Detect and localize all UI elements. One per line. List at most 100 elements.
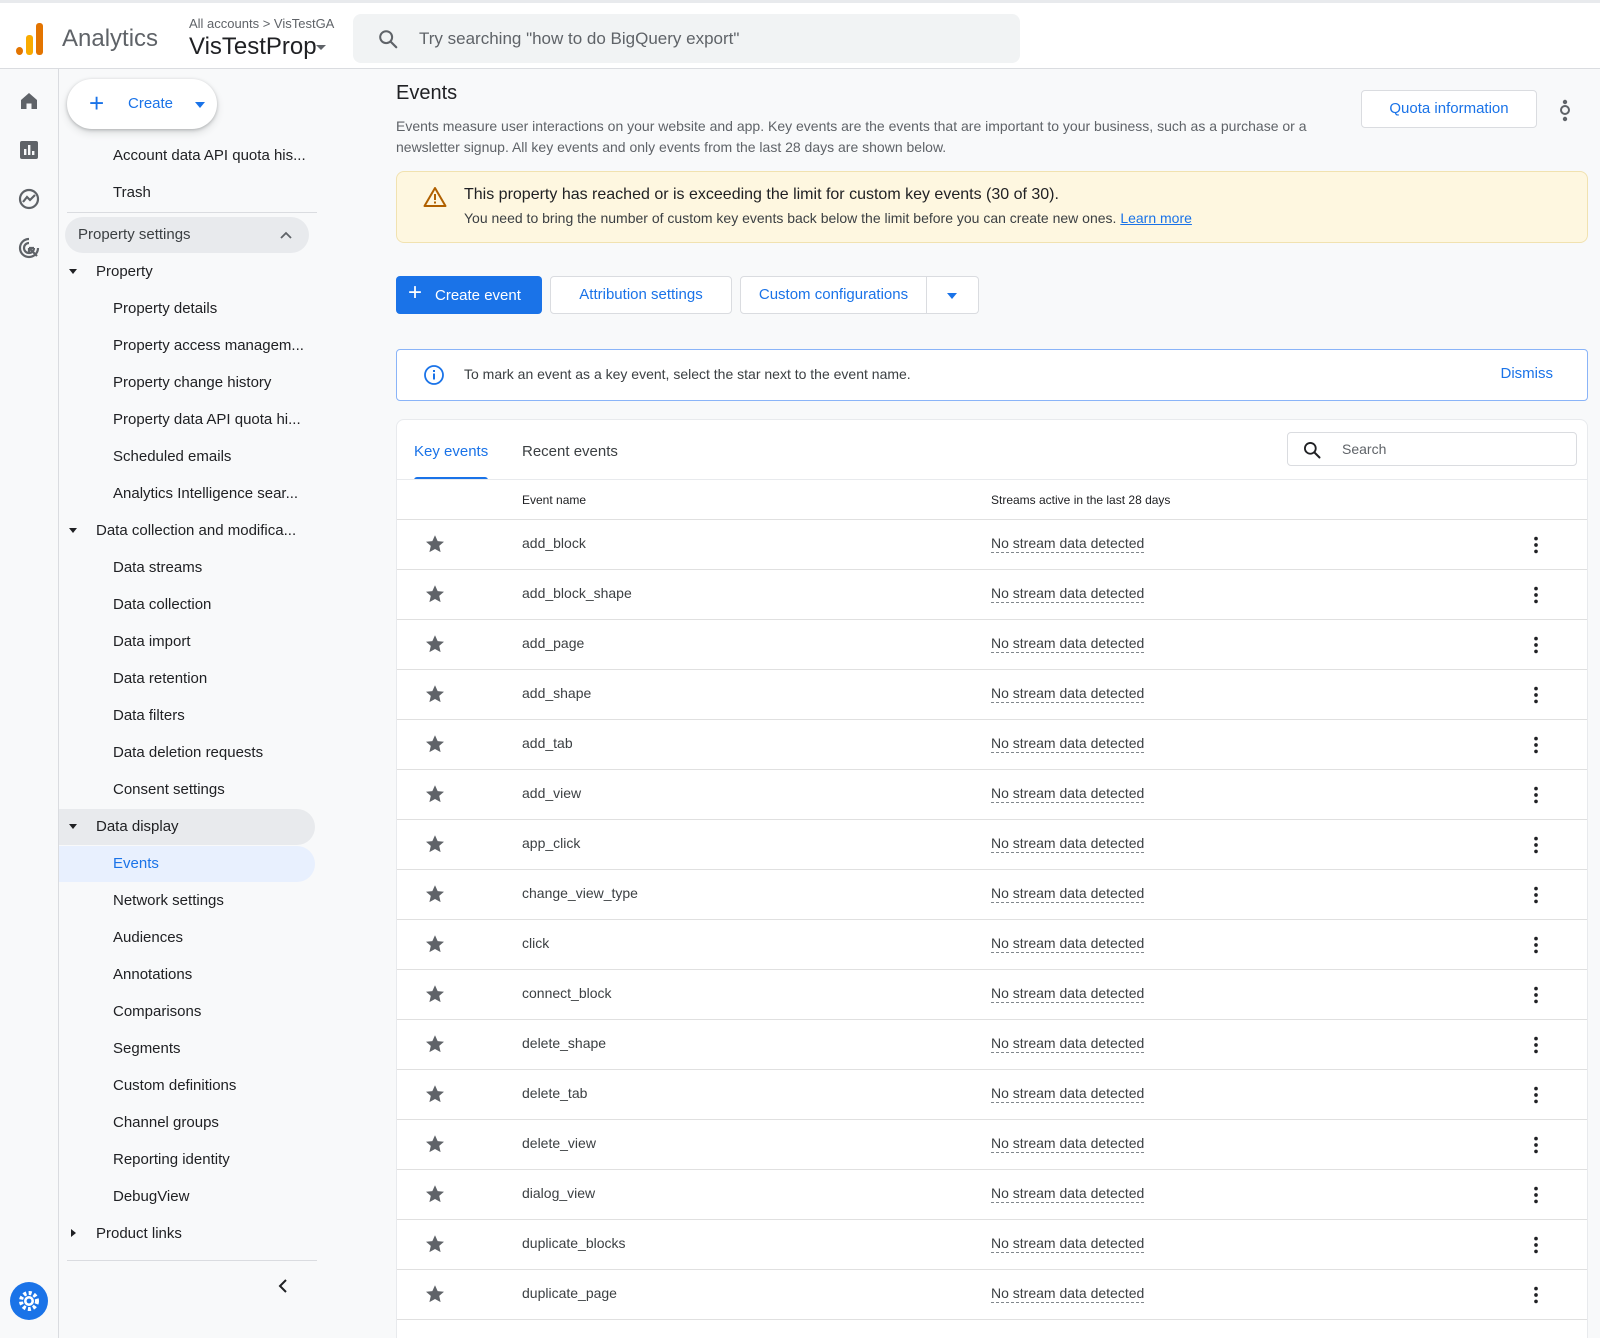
star-icon[interactable] [424,1233,446,1255]
nav-group-data-collection[interactable]: Data collection and modifica... [59,513,315,549]
table-row[interactable]: app_click No stream data detected [397,820,1587,870]
event-name[interactable]: duplicate_blocks [522,1235,626,1251]
column-header-event-name[interactable]: Event name [522,493,586,507]
column-header-streams[interactable]: Streams active in the last 28 days [991,493,1170,507]
stream-status[interactable]: No stream data detected [991,685,1145,703]
nav-group-product-links[interactable]: Product links [59,1216,315,1252]
nav-item-channel-groups[interactable]: Channel groups [59,1105,315,1141]
tab-recent-events[interactable]: Recent events [522,440,618,480]
star-icon[interactable] [424,1183,446,1205]
stream-status[interactable]: No stream data detected [991,1085,1145,1103]
more-vert-icon[interactable] [1525,734,1547,756]
learn-more-link[interactable]: Learn more [1120,210,1192,226]
nav-item-data-filters[interactable]: Data filters [59,698,315,734]
table-row[interactable]: delete_view No stream data detected [397,1120,1587,1170]
nav-item-data-deletion-requests[interactable]: Data deletion requests [59,735,315,771]
more-vert-icon[interactable] [1525,984,1547,1006]
table-search-input[interactable]: Search [1287,432,1577,466]
event-name[interactable]: duplicate_page [522,1285,617,1301]
more-vert-icon[interactable] [1525,1284,1547,1306]
stream-status[interactable]: No stream data detected [991,1235,1145,1253]
nav-item-account-quota-history[interactable]: Account data API quota his... [59,138,315,174]
star-icon[interactable] [424,983,446,1005]
event-name[interactable]: delete_view [522,1135,596,1151]
create-button[interactable]: + Create [67,79,217,129]
more-vert-icon[interactable] [1525,584,1547,606]
star-icon[interactable] [424,533,446,555]
nav-item-consent-settings[interactable]: Consent settings [59,772,315,808]
more-vert-icon[interactable] [1525,534,1547,556]
nav-item-events[interactable]: Events [59,846,315,882]
custom-configurations-dropdown[interactable] [927,276,979,314]
explore-icon[interactable] [17,187,41,211]
table-row[interactable]: delete_shape No stream data detected [397,1020,1587,1070]
stream-status[interactable]: No stream data detected [991,1285,1145,1303]
stream-status[interactable]: No stream data detected [991,585,1145,603]
star-icon[interactable] [424,833,446,855]
star-icon[interactable] [424,883,446,905]
table-row[interactable]: click No stream data detected [397,920,1587,970]
table-row[interactable]: add_shape No stream data detected [397,670,1587,720]
property-settings-header[interactable]: Property settings [65,217,309,253]
star-icon[interactable] [424,933,446,955]
more-vert-icon[interactable] [1525,1084,1547,1106]
table-row[interactable]: add_view No stream data detected [397,770,1587,820]
nav-item-analytics-intelligence[interactable]: Analytics Intelligence sear... [59,476,315,512]
event-name[interactable]: change_view_type [522,885,638,901]
nav-item-data-collection[interactable]: Data collection [59,587,315,623]
attribution-settings-button[interactable]: Attribution settings [550,276,732,314]
advertising-icon[interactable] [17,236,41,260]
nav-item-scheduled-emails[interactable]: Scheduled emails [59,439,315,475]
nav-item-comparisons[interactable]: Comparisons [59,994,315,1030]
home-icon[interactable] [17,89,41,113]
star-icon[interactable] [424,733,446,755]
stream-status[interactable]: No stream data detected [991,1185,1145,1203]
event-name[interactable]: add_block [522,535,586,551]
nav-item-debugview[interactable]: DebugView [59,1179,315,1215]
more-vert-icon[interactable] [1525,784,1547,806]
nav-item-property-access[interactable]: Property access managem... [59,328,315,364]
account-breadcrumb[interactable]: All accounts > VisTestGA [189,16,334,31]
event-name[interactable]: add_view [522,785,581,801]
nav-item-trash[interactable]: Trash [59,175,315,211]
create-event-button[interactable]: + Create event [396,276,542,314]
global-search-input[interactable]: Try searching "how to do BigQuery export… [353,14,1020,63]
event-name[interactable]: dialog_view [522,1185,595,1201]
star-icon[interactable] [424,1033,446,1055]
more-vert-icon[interactable] [1525,1234,1547,1256]
caret-down-icon[interactable] [316,45,326,50]
stream-status[interactable]: No stream data detected [991,985,1145,1003]
more-vert-icon[interactable] [1525,934,1547,956]
star-icon[interactable] [424,633,446,655]
more-vert-icon[interactable] [1525,684,1547,706]
analytics-logo-icon[interactable] [16,23,44,55]
table-row[interactable]: add_tab No stream data detected [397,720,1587,770]
table-row[interactable]: dialog_view No stream data detected [397,1170,1587,1220]
event-name[interactable]: add_tab [522,735,573,751]
nav-item-data-streams[interactable]: Data streams [59,550,315,586]
more-vert-icon[interactable] [1525,884,1547,906]
nav-item-data-retention[interactable]: Data retention [59,661,315,697]
stream-status[interactable]: No stream data detected [991,1135,1145,1153]
nav-item-segments[interactable]: Segments [59,1031,315,1067]
stream-status[interactable]: No stream data detected [991,635,1145,653]
stream-status[interactable]: No stream data detected [991,1035,1145,1053]
event-name[interactable]: add_block_shape [522,585,632,601]
nav-item-reporting-identity[interactable]: Reporting identity [59,1142,315,1178]
nav-item-network-settings[interactable]: Network settings [59,883,315,919]
collapse-nav-chevron-left-icon[interactable] [274,1277,292,1295]
star-icon[interactable] [424,683,446,705]
table-row[interactable]: delete_tab No stream data detected [397,1070,1587,1120]
more-vert-icon[interactable] [1525,834,1547,856]
star-icon[interactable] [424,783,446,805]
table-row[interactable]: add_block No stream data detected [397,520,1587,570]
nav-item-audiences[interactable]: Audiences [59,920,315,956]
stream-status[interactable]: No stream data detected [991,785,1145,803]
reports-icon[interactable] [17,138,41,162]
event-name[interactable]: delete_tab [522,1085,587,1101]
admin-settings-button[interactable] [10,1282,48,1320]
tab-key-events[interactable]: Key events [414,440,489,480]
stream-status[interactable]: No stream data detected [991,835,1145,853]
table-row[interactable]: connect_block No stream data detected [397,970,1587,1020]
stream-status[interactable]: No stream data detected [991,935,1145,953]
